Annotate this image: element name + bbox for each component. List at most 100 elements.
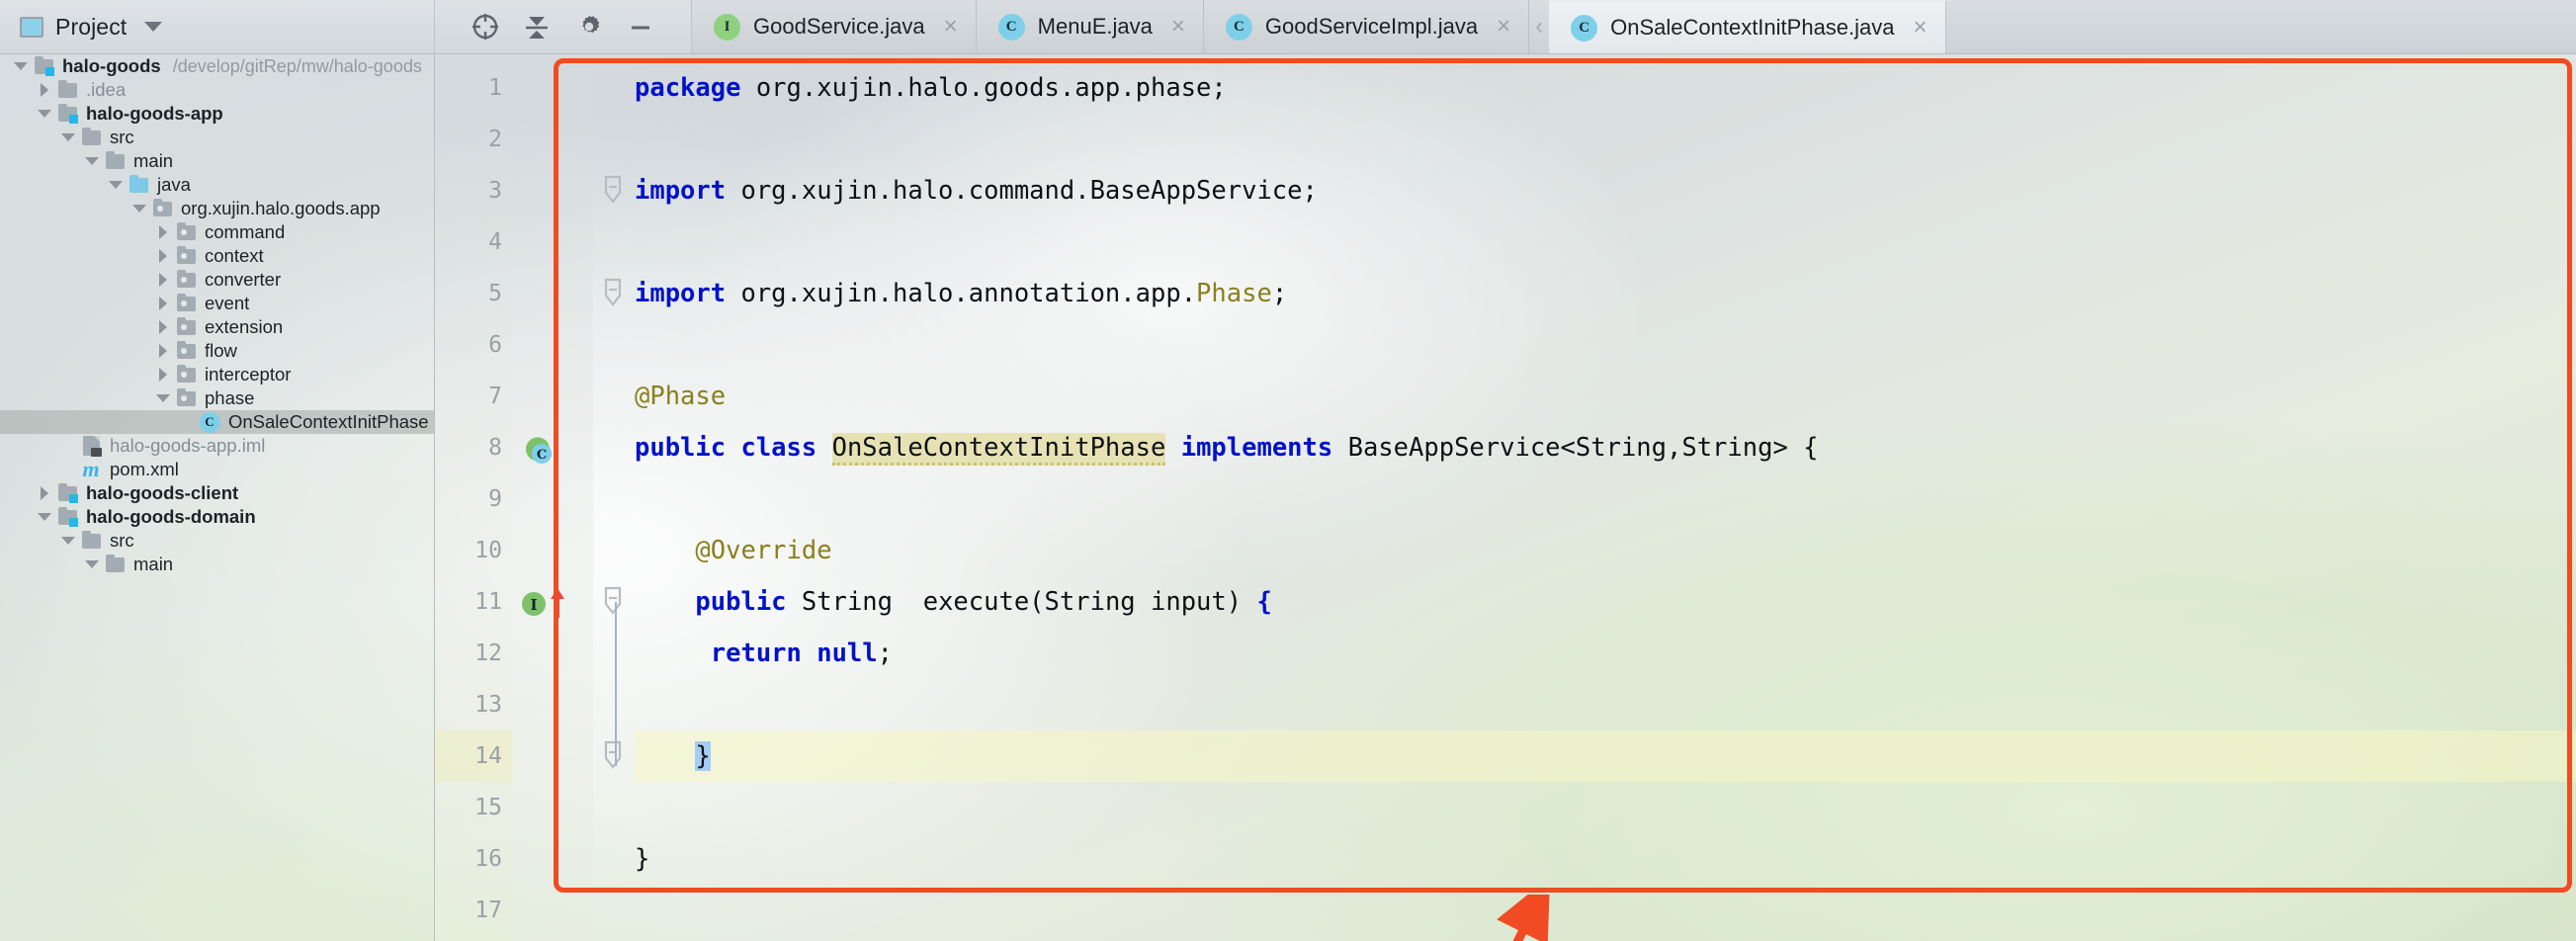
- chevron-down-icon[interactable]: [34, 110, 55, 118]
- project-tree[interactable]: halo-goods/develop/gitRep/mw/halo-goods.…: [0, 54, 435, 941]
- chevron-right-icon[interactable]: [34, 83, 55, 97]
- tree-item[interactable]: context: [0, 244, 434, 268]
- line-number: 14: [474, 743, 502, 769]
- tree-item[interactable]: src: [0, 126, 434, 149]
- code-token: BaseAppService<String,String> {: [1332, 433, 1819, 463]
- code-editor[interactable]: 12345678910111213141516171819 CI package…: [435, 54, 2576, 941]
- tree-item[interactable]: main: [0, 149, 434, 173]
- code-line[interactable]: return null;: [635, 628, 893, 679]
- code-line[interactable]: }: [635, 833, 649, 885]
- editor-tab-label: GoodServiceImpl.java: [1264, 14, 1479, 39]
- code-line[interactable]: @Override: [635, 525, 831, 576]
- class-icon: C: [997, 13, 1025, 41]
- editor-tab[interactable]: C GoodServiceImpl.java ×: [1204, 0, 1530, 53]
- close-icon[interactable]: ×: [944, 15, 958, 39]
- line-number: 1: [488, 75, 502, 101]
- close-icon[interactable]: ×: [1497, 15, 1510, 39]
- svg-text:I: I: [530, 596, 537, 614]
- line-number: 13: [474, 692, 502, 718]
- chevron-right-icon[interactable]: [152, 320, 174, 334]
- code-line[interactable]: public String execute(String input) {: [635, 576, 1271, 628]
- tree-item-label: extension: [205, 316, 284, 337]
- tree-item-label: halo-goods-app: [86, 103, 223, 124]
- chevron-down-icon[interactable]: [34, 513, 55, 521]
- tree-item[interactable]: halo-goods-domain: [0, 505, 434, 529]
- tree-item[interactable]: main: [0, 553, 434, 576]
- tree-item[interactable]: extension: [0, 315, 434, 339]
- chevron-right-icon[interactable]: [152, 273, 174, 287]
- close-icon[interactable]: ×: [1914, 16, 1928, 40]
- chevron-down-icon[interactable]: [81, 157, 103, 165]
- tree-item-label: main: [133, 150, 174, 171]
- chevron-down-icon[interactable]: [144, 22, 163, 32]
- close-icon[interactable]: ×: [1171, 15, 1185, 39]
- code-line[interactable]: @Phase: [635, 371, 726, 422]
- tree-item[interactable]: interceptor: [0, 363, 434, 386]
- tab-scroll-left-icon[interactable]: ‹: [1529, 0, 1549, 53]
- chevron-right-icon[interactable]: [152, 249, 174, 263]
- chevron-down-icon[interactable]: [57, 133, 79, 141]
- code-token: }: [695, 741, 711, 771]
- folder-icon: [55, 79, 79, 98]
- package-icon: [174, 245, 198, 264]
- tree-item-selected[interactable]: C OnSaleContextInitPhase: [0, 410, 434, 434]
- tree-item[interactable]: command: [0, 220, 434, 244]
- chevron-down-icon[interactable]: [105, 181, 127, 189]
- line-number: 9: [488, 486, 502, 512]
- tree-item[interactable]: halo-goods-client: [0, 481, 434, 505]
- minimize-icon[interactable]: [624, 10, 657, 43]
- tree-item-label: flow: [205, 340, 237, 361]
- chevron-down-icon[interactable]: [152, 394, 174, 402]
- code-fold-gutter[interactable]: [593, 54, 635, 941]
- tree-item[interactable]: .idea: [0, 78, 434, 102]
- editor-tab[interactable]: C MenuE.java ×: [977, 0, 1204, 53]
- line-number: 17: [474, 898, 502, 923]
- code-line[interactable]: }: [635, 730, 711, 782]
- code-area[interactable]: package org.xujin.halo.goods.app.phase; i…: [635, 54, 2576, 941]
- chevron-down-icon[interactable]: [129, 205, 150, 213]
- code-fold-marker[interactable]: [601, 173, 625, 212]
- tree-item-label: main: [133, 554, 174, 574]
- tree-item[interactable]: halo-goods-app.iml: [0, 434, 434, 458]
- tree-item[interactable]: src: [0, 529, 434, 553]
- tree-item[interactable]: java: [0, 173, 434, 197]
- code-fold-marker[interactable]: [601, 738, 625, 777]
- chevron-down-icon[interactable]: [81, 560, 103, 568]
- editor-tab[interactable]: I GoodService.java ×: [692, 0, 977, 53]
- code-token: }: [635, 844, 650, 874]
- code-token: ;: [877, 639, 894, 668]
- gear-icon[interactable]: [572, 10, 606, 43]
- tree-item-label: halo-goods-app.iml: [110, 435, 266, 456]
- editor-tab-active[interactable]: C OnSaleContextInitPhase.java ×: [1549, 0, 1946, 53]
- gutter-markers[interactable]: CI: [512, 54, 593, 941]
- tree-item[interactable]: flow: [0, 339, 434, 363]
- chevron-right-icon[interactable]: [152, 225, 174, 239]
- implemented-class-marker[interactable]: C: [520, 432, 581, 464]
- code-token: implements: [1180, 433, 1333, 463]
- code-line[interactable]: public class OnSaleContextInitPhase impl…: [635, 422, 1819, 473]
- chevron-down-icon[interactable]: [57, 537, 79, 545]
- tree-item[interactable]: halo-goods/develop/gitRep/mw/halo-goods: [0, 54, 434, 78]
- tree-item[interactable]: phase: [0, 386, 434, 410]
- tree-item[interactable]: m pom.xml: [0, 458, 434, 481]
- code-fold-marker[interactable]: [601, 584, 625, 623]
- tree-item[interactable]: event: [0, 292, 434, 315]
- chevron-right-icon[interactable]: [152, 297, 174, 310]
- chevron-right-icon[interactable]: [152, 344, 174, 358]
- code-token: package: [635, 73, 741, 103]
- code-fold-marker[interactable]: [601, 276, 625, 314]
- tree-item[interactable]: halo-goods-app: [0, 102, 434, 126]
- locate-icon[interactable]: [469, 10, 502, 43]
- package-icon: [174, 316, 198, 335]
- tree-item[interactable]: converter: [0, 268, 434, 292]
- chevron-right-icon[interactable]: [34, 486, 55, 500]
- code-line[interactable]: package org.xujin.halo.goods.app.phase;: [635, 62, 1227, 114]
- implementing-method-marker[interactable]: I: [520, 586, 581, 618]
- collapse-all-icon[interactable]: [520, 10, 554, 43]
- project-path-label: /develop/gitRep/mw/halo-goods: [172, 55, 422, 76]
- code-line[interactable]: import org.xujin.halo.annotation.app.Pha…: [635, 268, 1287, 319]
- chevron-down-icon[interactable]: [10, 62, 32, 70]
- chevron-right-icon[interactable]: [152, 368, 174, 382]
- code-line[interactable]: import org.xujin.halo.command.BaseAppSer…: [635, 165, 1318, 216]
- tree-item[interactable]: org.xujin.halo.goods.app: [0, 197, 434, 220]
